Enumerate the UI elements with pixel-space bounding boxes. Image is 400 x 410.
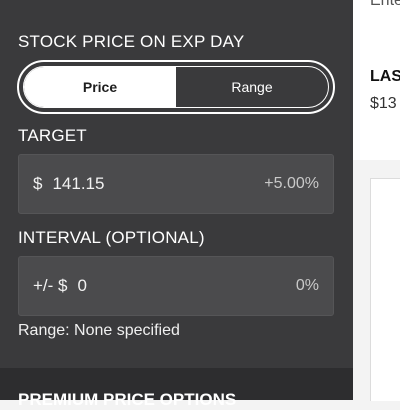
interval-percent: 0% (295, 277, 319, 294)
target-percent-change: +5.00% (264, 175, 319, 192)
stock-price-section-title: STOCK PRICE ON EXP DAY (18, 32, 245, 51)
toggle-price-option[interactable]: Price (24, 67, 176, 107)
chart-card (370, 178, 400, 401)
premium-price-options-title: PREMIUM PRICE OPTIONS (18, 390, 237, 409)
plus-minus-dollar-prefix: +/- $ (33, 276, 68, 295)
target-price-value[interactable]: 141.15 (52, 174, 264, 194)
interval-label: INTERVAL (OPTIONAL) (18, 228, 205, 247)
toggle-range-option[interactable]: Range (176, 67, 328, 107)
last-price-label: LAS (370, 68, 400, 85)
dollar-prefix: $ (33, 174, 43, 193)
options-sidebar-panel: STOCK PRICE ON EXP DAY Price Range TARGE… (0, 0, 353, 409)
quote-card-top-text: Ente (370, 0, 400, 9)
target-label: TARGET (18, 126, 87, 145)
last-price-value: $13 (370, 95, 397, 112)
price-range-toggle-track: Price Range (23, 66, 329, 108)
interval-value[interactable]: 0 (78, 276, 296, 296)
target-price-input[interactable]: $ 141.15 +5.00% (18, 154, 334, 214)
price-range-toggle: Price Range (17, 60, 335, 114)
range-note: Range: None specified (18, 322, 180, 339)
quote-card: Ente LAS $13 (353, 0, 400, 160)
interval-input[interactable]: +/- $ 0 0% (18, 256, 334, 316)
